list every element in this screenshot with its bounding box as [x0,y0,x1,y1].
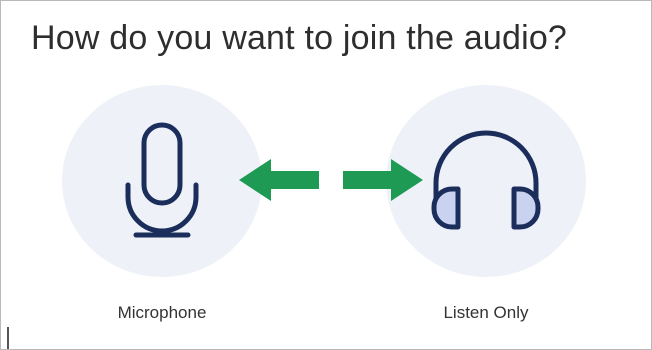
arrow-left-icon [239,159,319,201]
dialog-title: How do you want to join the audio? [31,19,568,57]
listen-only-label[interactable]: Listen Only [381,303,591,323]
arrow-right-icon [343,159,423,201]
audio-join-dialog: How do you want to join the audio? Micro… [0,0,652,350]
microphone-label[interactable]: Microphone [57,303,267,323]
microphone-option[interactable]: Microphone [57,85,267,335]
listen-only-option[interactable]: Listen Only [381,85,591,335]
text-cursor [7,327,9,349]
microphone-icon [125,122,199,238]
microphone-circle[interactable] [62,85,262,277]
